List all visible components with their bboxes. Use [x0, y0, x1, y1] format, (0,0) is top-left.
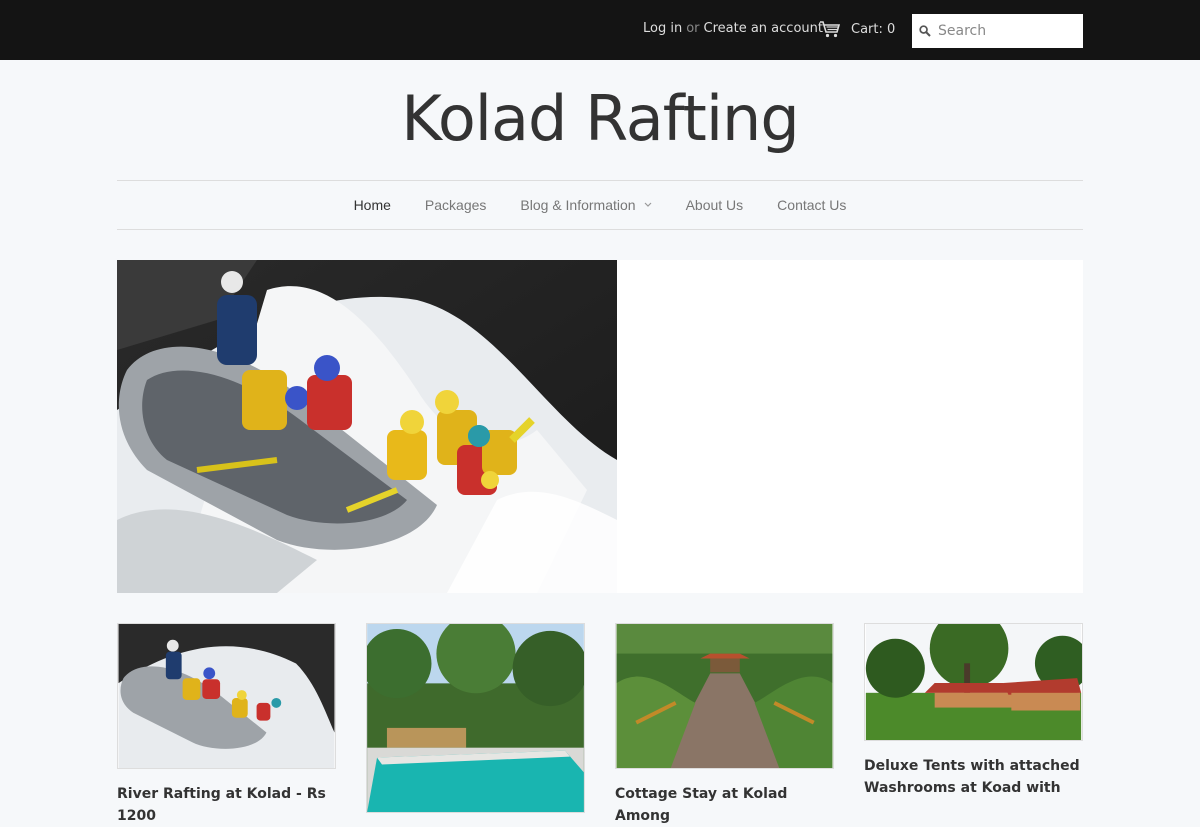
or-separator: or — [686, 21, 700, 36]
cart-icon — [820, 21, 841, 38]
cart-link[interactable]: Cart: 0 — [819, 18, 895, 40]
search-box — [912, 14, 1083, 48]
site-title[interactable]: Kolad Rafting — [0, 82, 1200, 155]
search-icon[interactable] — [912, 25, 938, 37]
nav-about-us[interactable]: About Us — [669, 197, 761, 213]
top-bar: Log in or Create an account Cart: 0 — [0, 0, 1200, 60]
chevron-down-icon — [644, 202, 652, 207]
product-card[interactable] — [366, 623, 585, 827]
search-input[interactable] — [938, 23, 1078, 39]
create-account-link[interactable]: Create an account — [704, 21, 823, 36]
product-card[interactable]: Cottage Stay at Kolad Among — [615, 623, 834, 827]
cart-label: Cart: 0 — [851, 21, 896, 37]
product-image-pool[interactable] — [366, 623, 585, 813]
login-link[interactable]: Log in — [643, 21, 682, 36]
product-image-cottage[interactable] — [615, 623, 834, 769]
main-nav: Home Packages Blog & Information About U… — [117, 180, 1083, 230]
product-card[interactable]: River Rafting at Kolad - Rs 1200 — [117, 623, 336, 827]
hero-slideshow — [117, 260, 1083, 593]
nav-blog-label: Blog & Information — [520, 197, 636, 213]
product-title[interactable]: Deluxe Tents with attached Washrooms at … — [864, 755, 1083, 799]
product-title[interactable]: River Rafting at Kolad - Rs 1200 — [117, 783, 336, 827]
nav-contact-us[interactable]: Contact Us — [760, 197, 863, 213]
product-title[interactable]: Cottage Stay at Kolad Among — [615, 783, 834, 827]
nav-blog-information[interactable]: Blog & Information — [503, 197, 668, 213]
hero-rafting-image[interactable] — [117, 260, 617, 593]
account-links: Log in or Create an account — [643, 21, 823, 36]
nav-home[interactable]: Home — [337, 197, 408, 213]
product-image-tents[interactable] — [864, 623, 1083, 741]
nav-packages[interactable]: Packages — [408, 197, 503, 213]
product-card[interactable]: Deluxe Tents with attached Washrooms at … — [864, 623, 1083, 799]
product-image-rafting[interactable] — [117, 623, 336, 769]
